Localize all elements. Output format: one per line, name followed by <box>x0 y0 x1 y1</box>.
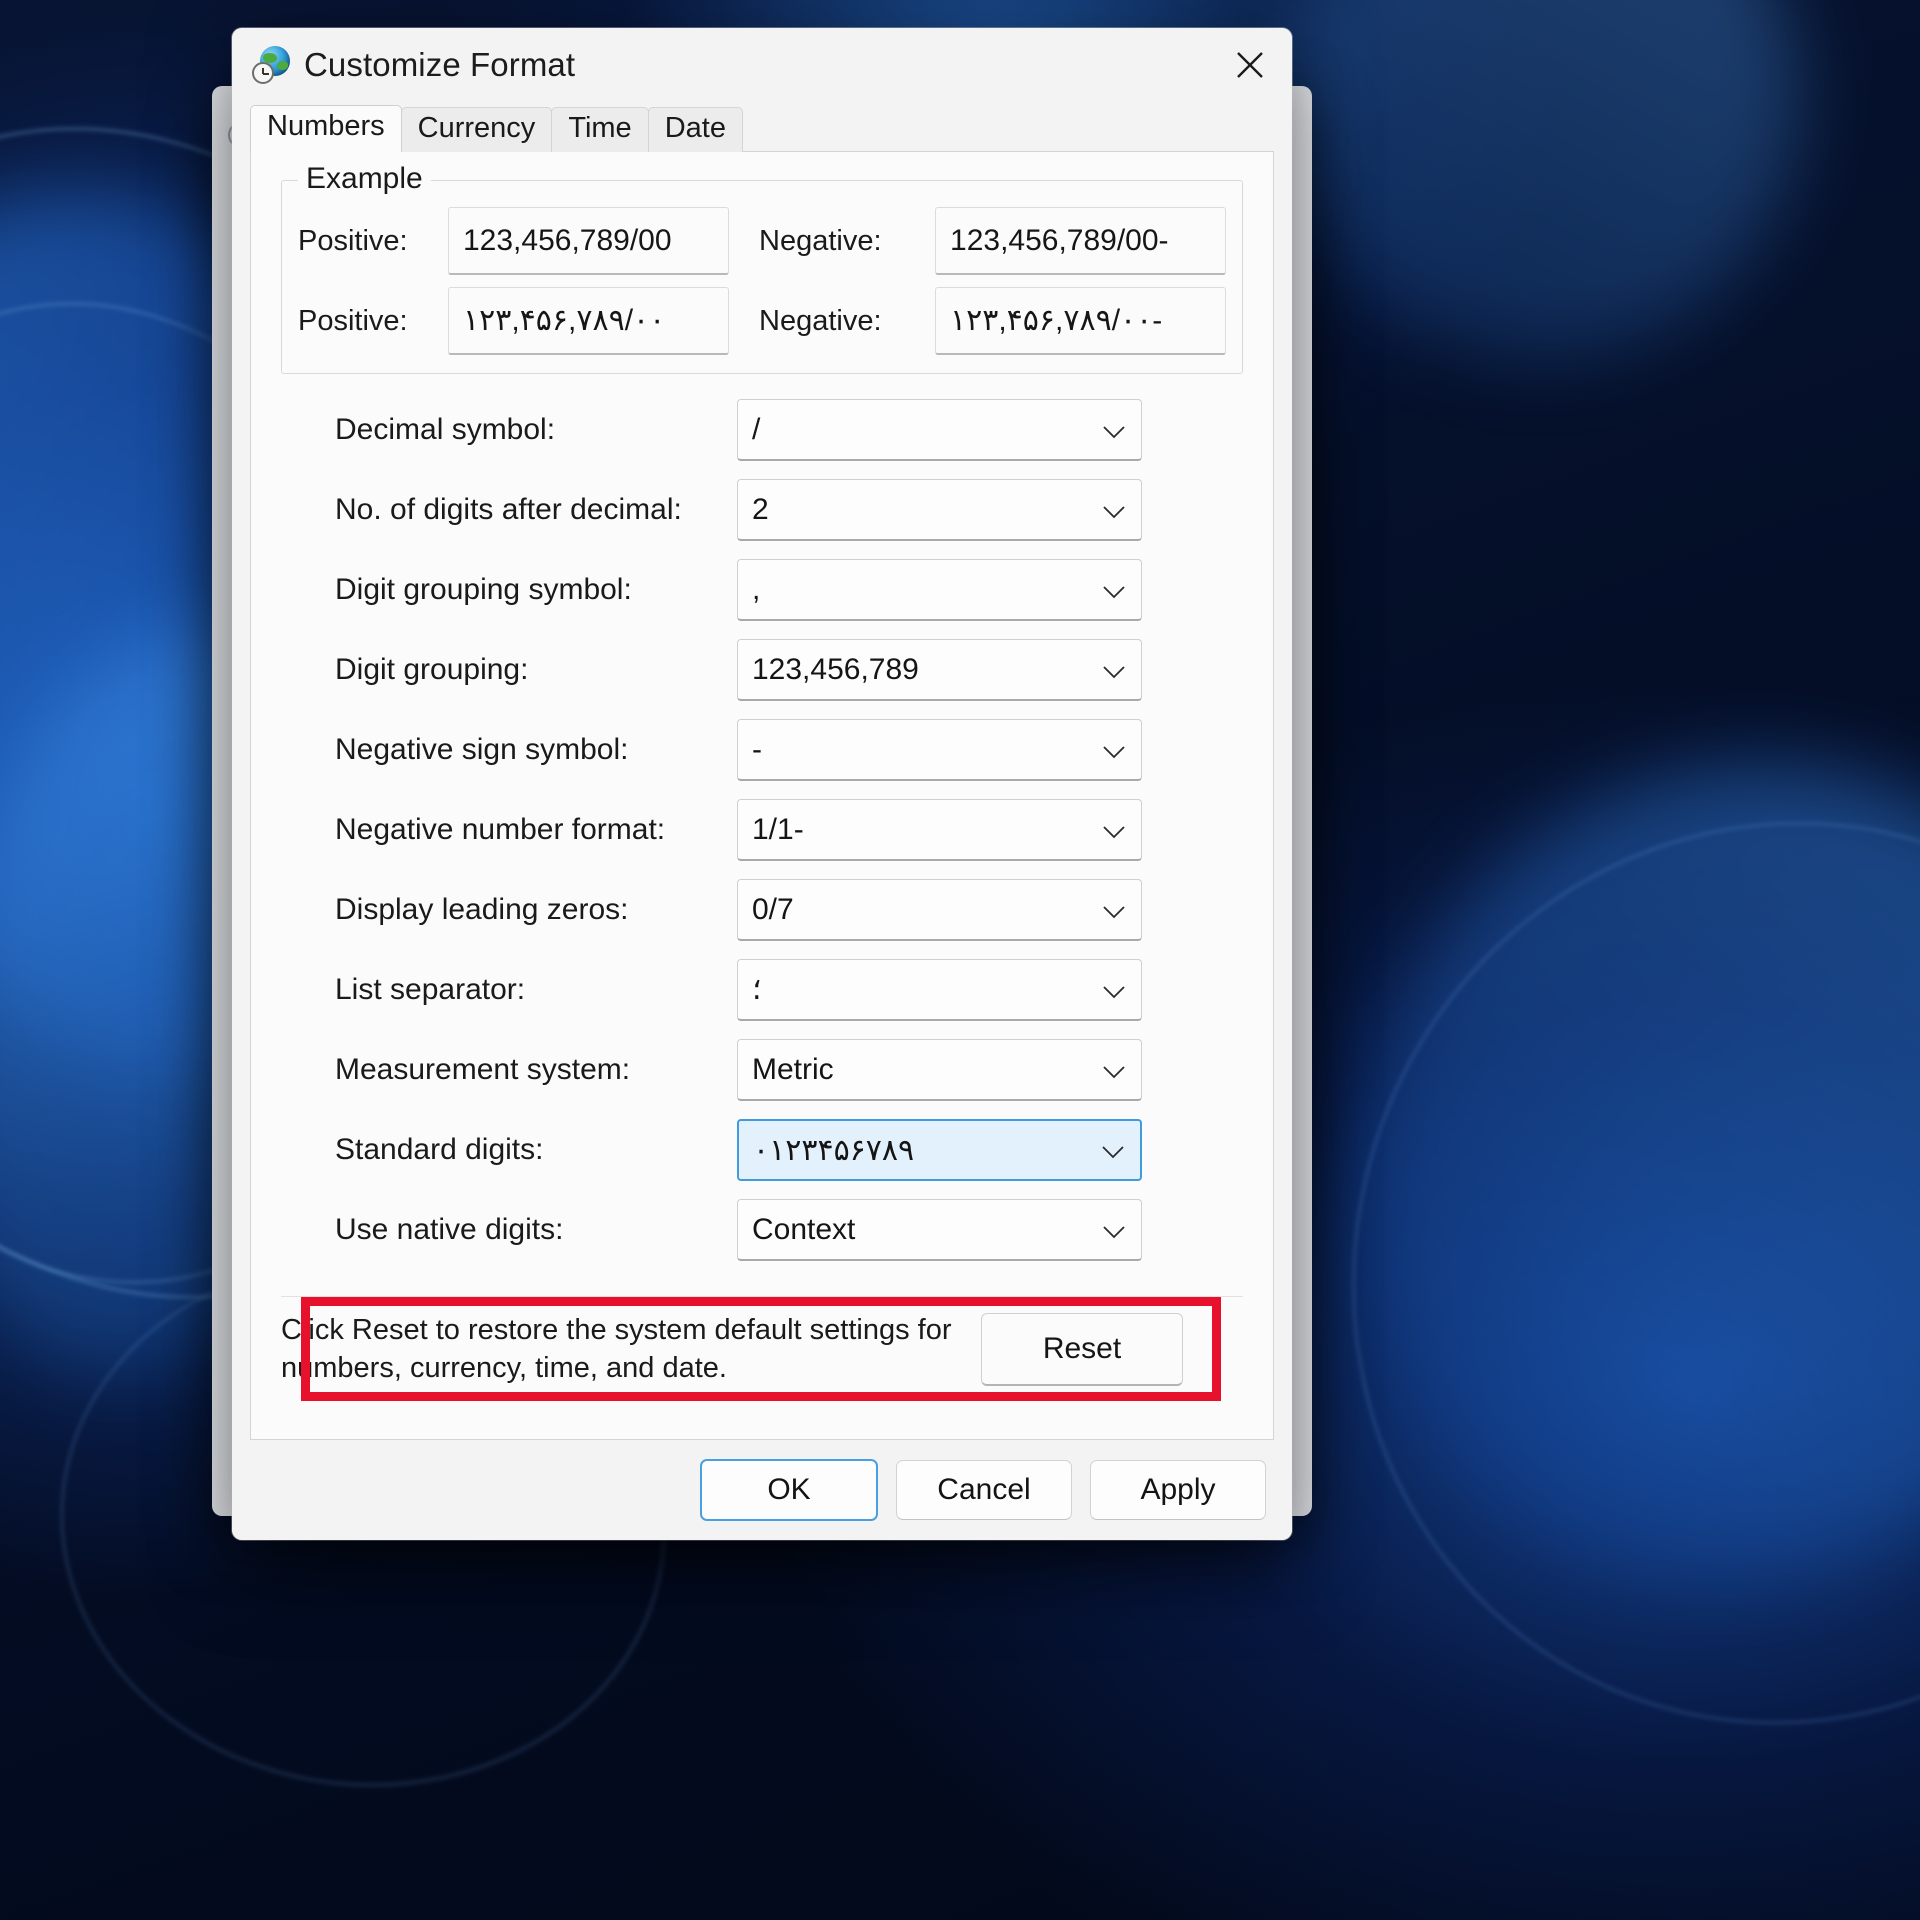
chevron-down-icon <box>1103 1213 1125 1247</box>
row-measurement-system: Measurement system: Metric <box>277 1030 1247 1110</box>
example-positive-value: 123,456,789/00 <box>448 207 729 275</box>
tab-currency[interactable]: Currency <box>401 107 553 152</box>
example-positive-value-native: ۱۲۳,۴۵۶,۷۸۹/۰۰ <box>448 287 729 355</box>
combo-value-display-leading-zeros: 0/7 <box>752 893 794 927</box>
combo-negative-sign-symbol[interactable]: - <box>737 719 1142 781</box>
chevron-down-icon <box>1103 973 1125 1007</box>
example-group: Example Positive: 123,456,789/00 Negativ… <box>281 180 1243 374</box>
row-standard-digits: Standard digits: ۰۱۲۳۴۵۶۷۸۹ <box>277 1110 1247 1190</box>
customize-format-dialog: Customize Format Numbers Currency Time D… <box>232 28 1292 1540</box>
row-digits-after-decimal: No. of digits after decimal: 2 <box>277 470 1247 550</box>
label-negative-number-format: Negative number format: <box>277 813 737 847</box>
title-bar: Customize Format <box>232 28 1292 102</box>
example-row-native: Positive: ۱۲۳,۴۵۶,۷۸۹/۰۰ Negative: -۱۲۳,… <box>298 287 1226 355</box>
label-negative-sign-symbol: Negative sign symbol: <box>277 733 737 767</box>
label-digit-grouping-symbol: Digit grouping symbol: <box>277 573 737 607</box>
example-negative-value: 123,456,789/00- <box>935 207 1226 275</box>
combo-digit-grouping[interactable]: 123,456,789 <box>737 639 1142 701</box>
combo-measurement-system[interactable]: Metric <box>737 1039 1142 1101</box>
reset-button[interactable]: Reset <box>981 1313 1183 1386</box>
combo-value-negative-number-format: 1/1- <box>752 813 804 847</box>
combo-display-leading-zeros[interactable]: 0/7 <box>737 879 1142 941</box>
combo-negative-number-format[interactable]: 1/1- <box>737 799 1142 861</box>
tab-time[interactable]: Time <box>551 107 648 152</box>
combo-value-list-separator: ؛ <box>752 972 762 1007</box>
row-negative-number-format: Negative number format: 1/1- <box>277 790 1247 870</box>
label-digit-grouping: Digit grouping: <box>277 653 737 687</box>
combo-value-digit-grouping-symbol: , <box>752 573 760 607</box>
example-negative-label-native: Negative: <box>729 305 935 338</box>
label-measurement-system: Measurement system: <box>277 1053 737 1087</box>
example-legend: Example <box>298 162 431 196</box>
ok-button[interactable]: OK <box>700 1459 878 1521</box>
tab-numbers[interactable]: Numbers <box>250 105 402 152</box>
tab-date[interactable]: Date <box>648 107 743 152</box>
chevron-down-icon <box>1103 573 1125 607</box>
combo-value-measurement-system: Metric <box>752 1053 834 1087</box>
example-positive-label-native: Positive: <box>298 305 448 338</box>
chevron-down-icon <box>1103 1053 1125 1087</box>
combo-digit-grouping-symbol[interactable]: , <box>737 559 1142 621</box>
settings-list: Decimal symbol: / No. of digits after de… <box>277 390 1247 1270</box>
row-decimal-symbol: Decimal symbol: / <box>277 390 1247 470</box>
label-decimal-symbol: Decimal symbol: <box>277 413 737 447</box>
chevron-down-icon <box>1102 1133 1124 1167</box>
chevron-down-icon <box>1103 653 1125 687</box>
row-digit-grouping: Digit grouping: 123,456,789 <box>277 630 1247 710</box>
apply-button[interactable]: Apply <box>1090 1460 1266 1520</box>
label-digits-after-decimal: No. of digits after decimal: <box>277 493 737 527</box>
row-negative-sign-symbol: Negative sign symbol: - <box>277 710 1247 790</box>
combo-value-digits-after-decimal: 2 <box>752 493 769 527</box>
row-digit-grouping-symbol: Digit grouping symbol: , <box>277 550 1247 630</box>
label-display-leading-zeros: Display leading zeros: <box>277 893 737 927</box>
row-list-separator: List separator: ؛ <box>277 950 1247 1030</box>
chevron-down-icon <box>1103 813 1125 847</box>
tab-strip: Numbers Currency Time Date <box>232 102 1292 152</box>
close-icon[interactable] <box>1208 28 1292 102</box>
wallpaper-bloom <box>1280 0 1800 360</box>
label-use-native-digits: Use native digits: <box>277 1213 737 1247</box>
combo-use-native-digits[interactable]: Context <box>737 1199 1142 1261</box>
label-standard-digits: Standard digits: <box>277 1133 737 1167</box>
combo-digits-after-decimal[interactable]: 2 <box>737 479 1142 541</box>
combo-value-digit-grouping: 123,456,789 <box>752 653 919 687</box>
chevron-down-icon <box>1103 413 1125 447</box>
combo-list-separator[interactable]: ؛ <box>737 959 1142 1021</box>
cancel-button[interactable]: Cancel <box>896 1460 1072 1520</box>
chevron-down-icon <box>1103 893 1125 927</box>
combo-value-standard-digits: ۰۱۲۳۴۵۶۷۸۹ <box>753 1133 914 1168</box>
example-positive-label: Positive: <box>298 225 448 258</box>
combo-standard-digits[interactable]: ۰۱۲۳۴۵۶۷۸۹ <box>737 1119 1142 1181</box>
label-list-separator: List separator: <box>277 973 737 1007</box>
combo-value-use-native-digits: Context <box>752 1213 855 1247</box>
combo-value-decimal-symbol: / <box>752 413 760 447</box>
combo-value-negative-sign-symbol: - <box>752 733 762 767</box>
combo-decimal-symbol[interactable]: / <box>737 399 1142 461</box>
region-format-icon <box>252 46 290 84</box>
chevron-down-icon <box>1103 493 1125 527</box>
page-title: Customize Format <box>304 46 575 84</box>
row-use-native-digits: Use native digits: Context <box>277 1190 1247 1270</box>
dialog-footer: OK Cancel Apply <box>232 1440 1292 1540</box>
row-display-leading-zeros: Display leading zeros: 0/7 <box>277 870 1247 950</box>
numbers-tab-panel: Example Positive: 123,456,789/00 Negativ… <box>250 152 1274 1440</box>
chevron-down-icon <box>1103 733 1125 767</box>
example-negative-label: Negative: <box>729 225 935 258</box>
example-negative-value-native: -۱۲۳,۴۵۶,۷۸۹/۰۰ <box>935 287 1226 355</box>
reset-row: Click Reset to restore the system defaul… <box>281 1296 1243 1388</box>
example-row-latin: Positive: 123,456,789/00 Negative: 123,4… <box>298 207 1226 275</box>
reset-description: Click Reset to restore the system defaul… <box>281 1311 981 1388</box>
